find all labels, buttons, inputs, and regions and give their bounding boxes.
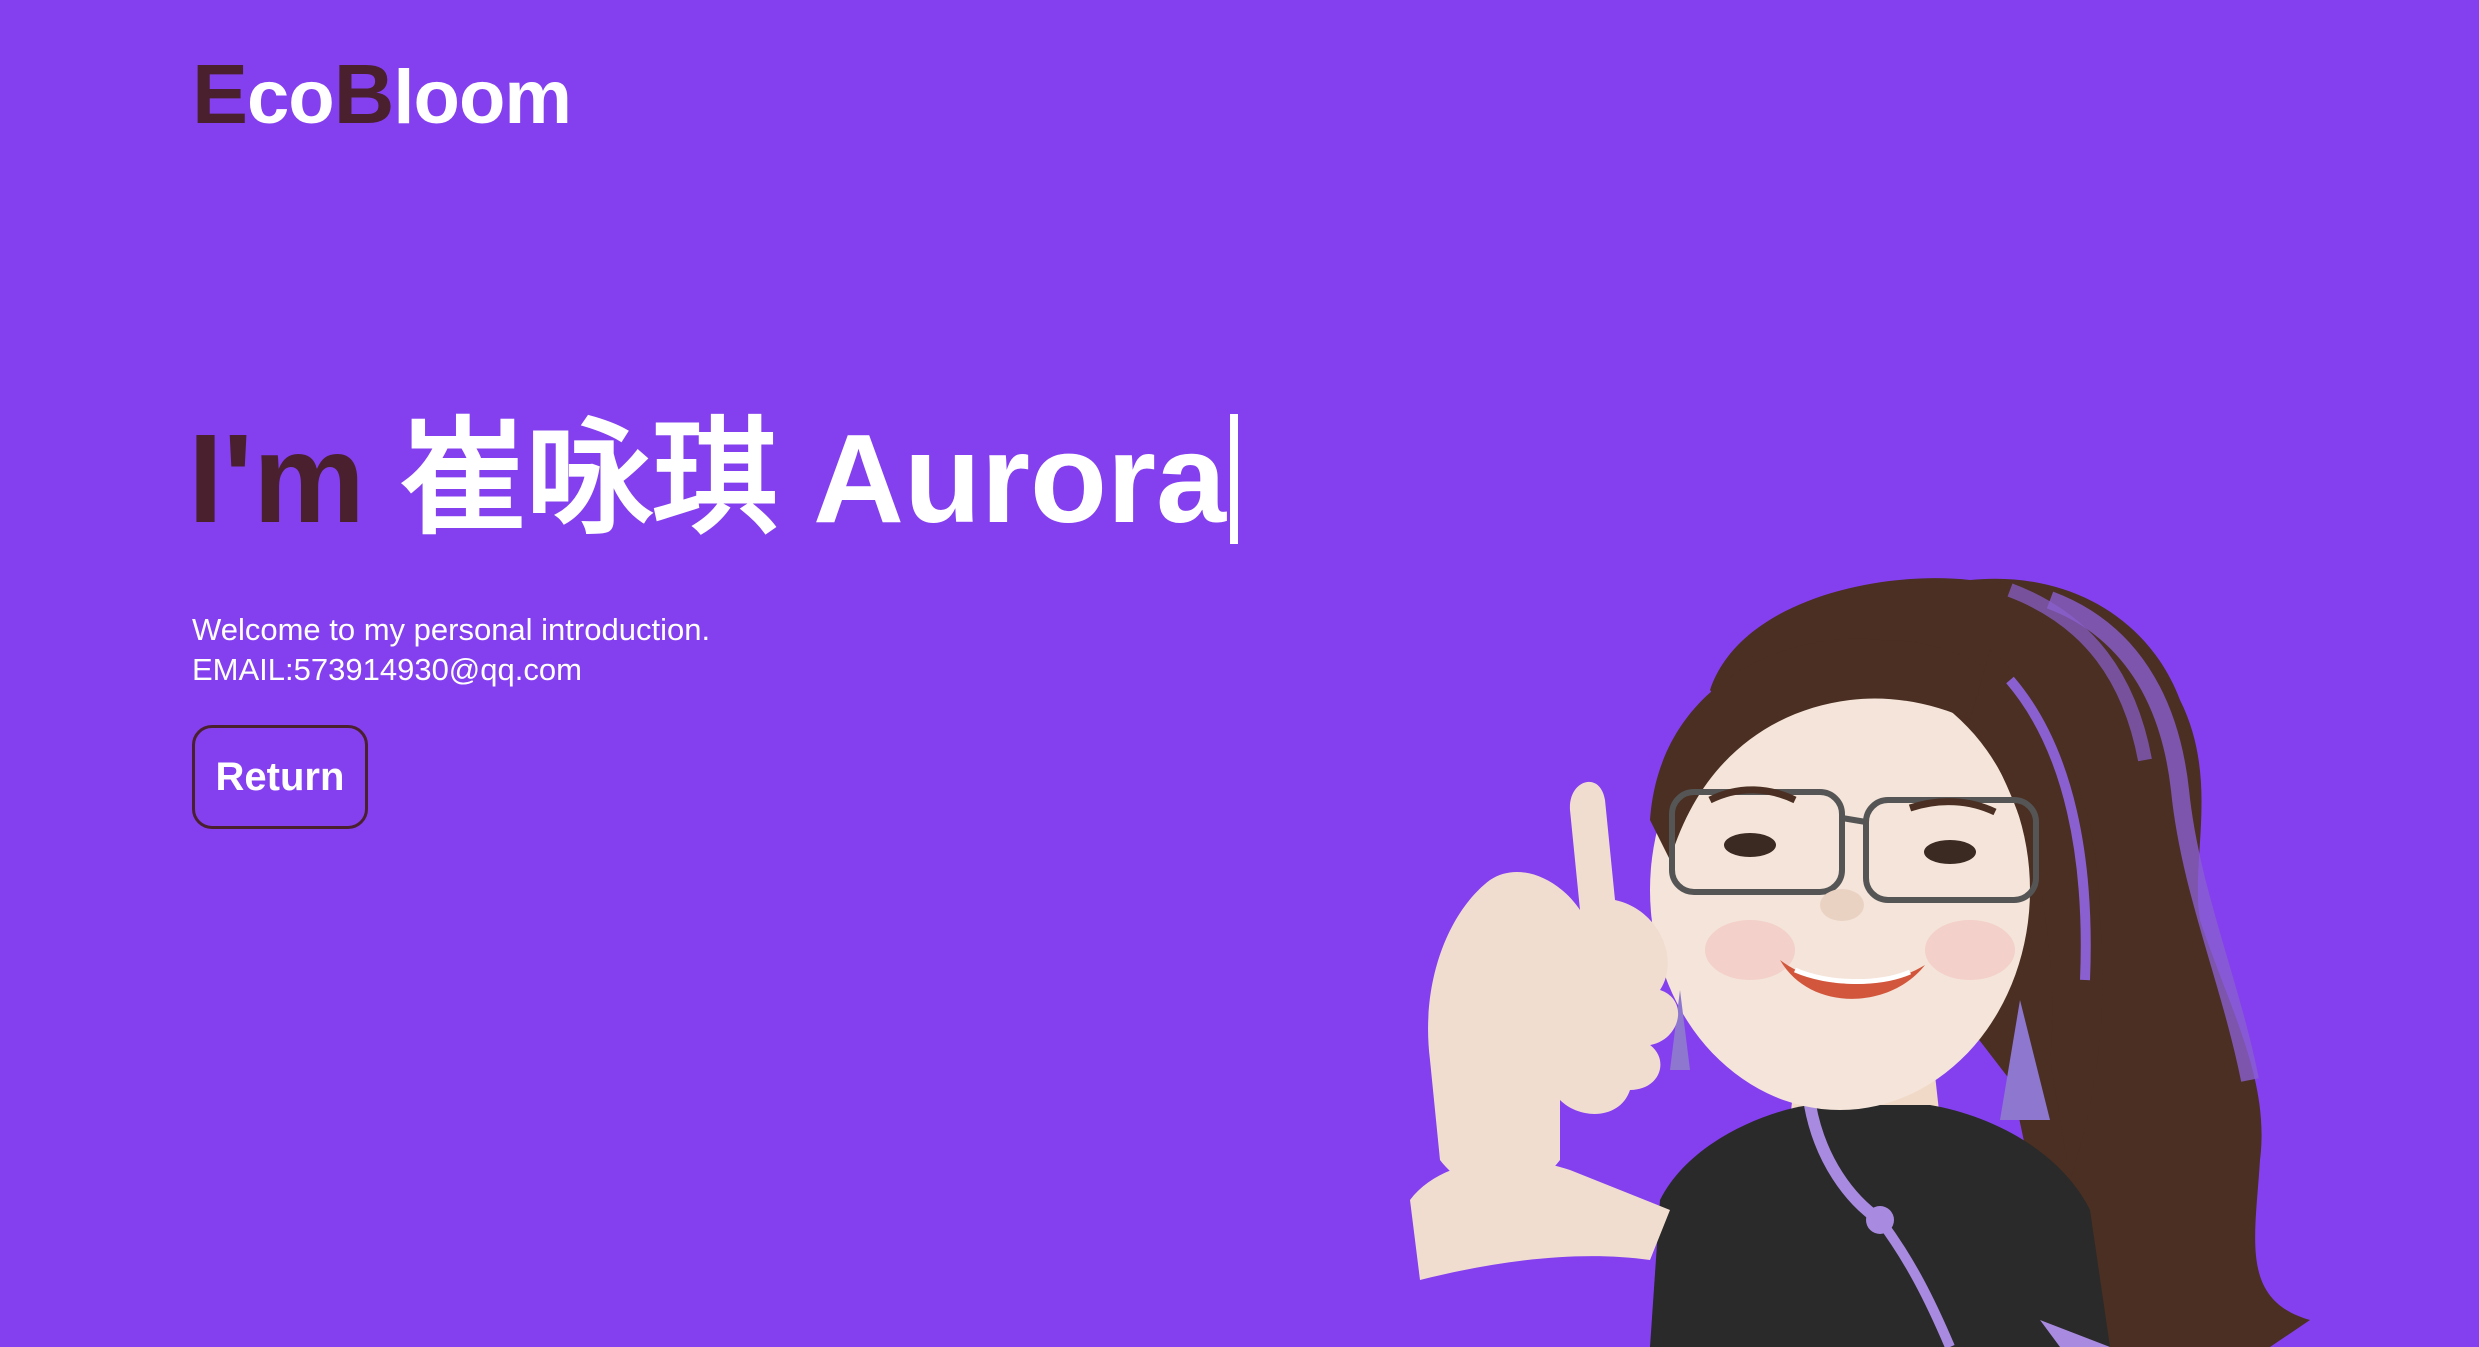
- memoji-avatar-icon: [1410, 578, 2310, 1347]
- welcome-text: Welcome to my personal introduction.: [192, 612, 711, 647]
- typing-cursor: [1230, 414, 1239, 544]
- hero-name: 崔咏琪 Aurora: [365, 408, 1227, 549]
- page: EcoBloom I'm 崔咏琪 Aurora Welcome to my pe…: [0, 0, 2479, 1347]
- return-button[interactable]: Return: [192, 725, 368, 829]
- email-text[interactable]: EMAIL:573914930@qq.com: [192, 650, 710, 690]
- logo-initial-b: B: [333, 47, 395, 141]
- logo-initial-e: E: [192, 47, 248, 141]
- logo-text-loom: loom: [393, 55, 572, 140]
- site-logo[interactable]: EcoBloom: [192, 52, 572, 136]
- intro-block: Welcome to my personal introduction. EMA…: [192, 610, 710, 690]
- hero-lead: I'm: [188, 408, 366, 549]
- hero-heading: I'm 崔咏琪 Aurora: [188, 408, 1239, 549]
- logo-text-co: co: [247, 55, 335, 140]
